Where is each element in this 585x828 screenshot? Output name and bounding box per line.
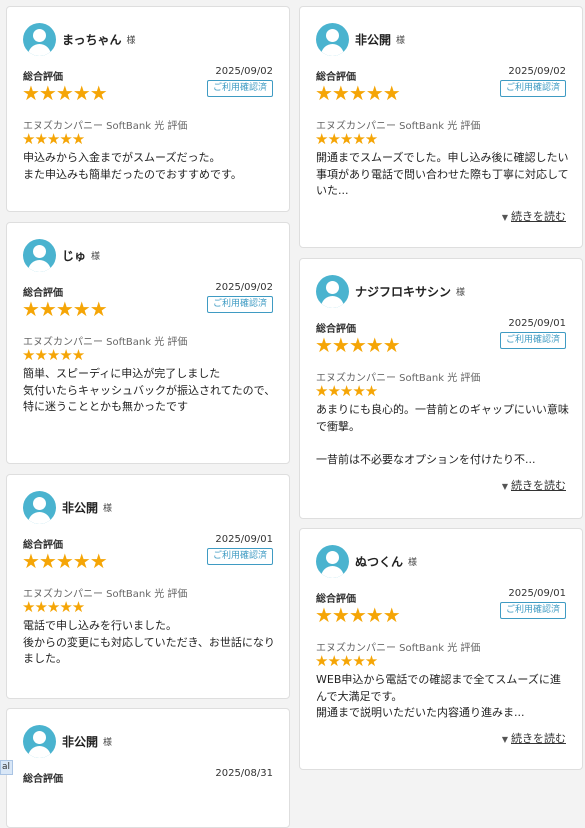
- honorific: 様: [103, 738, 113, 748]
- provider-star-rating: ★★★★★: [22, 346, 85, 364]
- review-date: 2025/09/02: [215, 282, 273, 293]
- overall-star-rating: ★★★★★: [22, 549, 108, 573]
- review-card: 非公開 様 総合評価 2025/09/02 ★★★★★ ご利用確認済 エヌズカン…: [299, 6, 583, 248]
- review-date: 2025/09/01: [508, 588, 566, 599]
- usage-confirmed-badge: ご利用確認済: [499, 332, 566, 349]
- avatar: [316, 275, 349, 308]
- reviewer: ナジフロキサシン 様: [316, 275, 465, 308]
- usage-confirmed-badge: ご利用確認済: [499, 80, 566, 97]
- honorific: 様: [91, 252, 101, 262]
- avatar: [23, 23, 56, 56]
- read-more-label: 続きを読む: [511, 732, 566, 745]
- read-more-label: 続きを読む: [511, 210, 566, 223]
- review-card: じゅ 様 総合評価 2025/09/02 ★★★★★ ご利用確認済 エヌズカンパ…: [6, 222, 290, 464]
- overall-star-rating: ★★★★★: [22, 81, 108, 105]
- review-body: 開通までスムーズでした。申し込み後に確認したい事項があり電話で問い合わせた際も丁…: [316, 151, 569, 197]
- read-more-link[interactable]: ▼ 続きを読む: [502, 208, 566, 224]
- review-date: 2025/09/01: [215, 534, 273, 545]
- review-card: 非公開 様 総合評価 2025/09/01 ★★★★★ ご利用確認済 エヌズカン…: [6, 474, 290, 699]
- avatar: [316, 23, 349, 56]
- usage-confirmed-badge: ご利用確認済: [206, 548, 273, 565]
- avatar: [316, 545, 349, 578]
- triangle-down-icon: ▼: [501, 213, 508, 222]
- reviewer-name: 非公開: [62, 501, 99, 515]
- usage-confirmed-badge: ご利用確認済: [206, 296, 273, 313]
- usage-confirmed-badge: ご利用確認済: [499, 602, 566, 619]
- overall-star-rating: ★★★★★: [315, 81, 401, 105]
- reviewer-name: 非公開: [355, 33, 392, 47]
- provider-star-rating: ★★★★★: [315, 382, 378, 400]
- provider-star-rating: ★★★★★: [22, 130, 85, 148]
- review-date: 2025/09/01: [508, 318, 566, 329]
- corner-tab[interactable]: al: [0, 760, 13, 775]
- reviewer: じゅ 様: [23, 239, 100, 272]
- reviewer: ぬつくん 様: [316, 545, 417, 578]
- review-card: 非公開 様 総合評価 2025/08/31: [6, 708, 290, 828]
- reviewer: 非公開 様: [23, 725, 112, 758]
- reviewer-name: 非公開: [62, 735, 99, 749]
- overall-star-rating: ★★★★★: [315, 333, 401, 357]
- review-date: 2025/09/02: [508, 66, 566, 77]
- review-card: まっちゃん 様 総合評価 2025/09/02 ★★★★★ ご利用確認済 エヌズ…: [6, 6, 290, 212]
- overall-star-rating: ★★★★★: [315, 603, 401, 627]
- reviewer: 非公開 様: [23, 491, 112, 524]
- review-body: あまりにも良心的。一昔前とのギャップにいい意味で衝撃。 一昔前は不必要なオプショ…: [316, 403, 569, 466]
- review-card: ぬつくん 様 総合評価 2025/09/01 ★★★★★ ご利用確認済 エヌズカ…: [299, 528, 583, 770]
- overall-rating-label: 総合評価: [23, 774, 63, 785]
- review-body: 申込みから入金までがスムーズだった。 また申込みも簡単だったのでおすすめです。: [23, 151, 242, 181]
- avatar: [23, 239, 56, 272]
- reviewer-name: ナジフロキサシン: [355, 285, 452, 299]
- honorific: 様: [103, 504, 113, 514]
- reviewer-name: じゅ: [62, 249, 87, 263]
- honorific: 様: [126, 36, 136, 46]
- reviewer: 非公開 様: [316, 23, 405, 56]
- provider-star-rating: ★★★★★: [22, 598, 85, 616]
- honorific: 様: [396, 36, 406, 46]
- reviewer-name: まっちゃん: [62, 33, 122, 47]
- review-body: WEB申込から電話での確認まで全てスムーズに進んで大満足です。 開通まで説明いた…: [316, 673, 561, 719]
- honorific: 様: [456, 288, 466, 298]
- avatar: [23, 491, 56, 524]
- reviewer-name: ぬつくん: [355, 555, 404, 569]
- triangle-down-icon: ▼: [501, 735, 508, 744]
- provider-star-rating: ★★★★★: [315, 130, 378, 148]
- read-more-link[interactable]: ▼ 続きを読む: [502, 477, 566, 493]
- read-more-link[interactable]: ▼ 続きを読む: [502, 730, 566, 746]
- usage-confirmed-badge: ご利用確認済: [206, 80, 273, 97]
- review-body: 簡単、スピーディに申込が完了しました 気付いたらキャッシュバックが振込されてたの…: [23, 367, 276, 413]
- review-date: 2025/08/31: [215, 768, 273, 779]
- triangle-down-icon: ▼: [501, 482, 508, 491]
- review-card: ナジフロキサシン 様 総合評価 2025/09/01 ★★★★★ ご利用確認済 …: [299, 258, 583, 519]
- reviewer: まっちゃん 様: [23, 23, 136, 56]
- review-date: 2025/09/02: [215, 66, 273, 77]
- overall-star-rating: ★★★★★: [22, 297, 108, 321]
- avatar: [23, 725, 56, 758]
- review-body: 電話で申し込みを行いました。 後からの変更にも対応していただき、お世話になりまし…: [23, 619, 275, 665]
- honorific: 様: [408, 558, 418, 568]
- read-more-label: 続きを読む: [511, 479, 566, 492]
- provider-star-rating: ★★★★★: [315, 652, 378, 670]
